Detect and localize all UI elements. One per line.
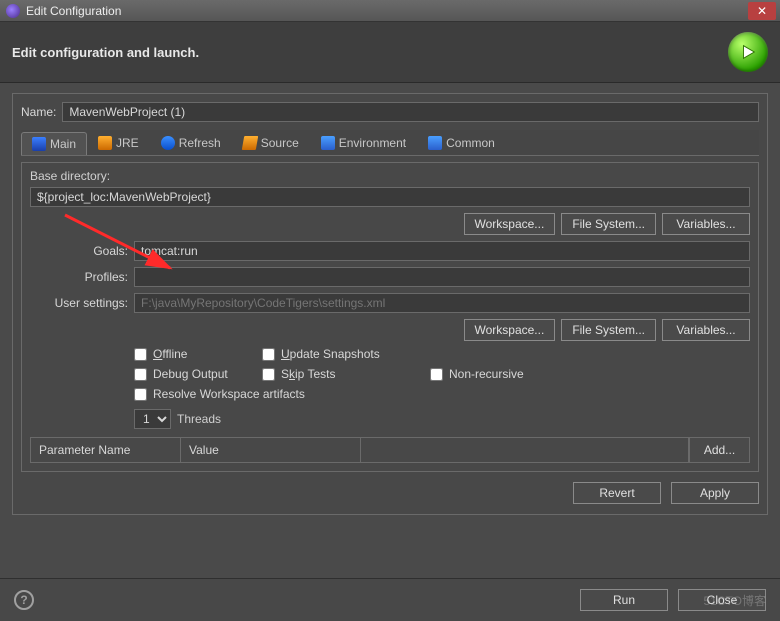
tab-common[interactable]: Common (417, 131, 506, 154)
threads-select[interactable]: 1 (134, 409, 171, 429)
goals-label: Goals: (30, 244, 128, 258)
run-icon (728, 32, 768, 72)
dialog-footer: ? Run Close (0, 578, 780, 621)
workspace-button-2[interactable]: Workspace... (464, 319, 556, 341)
header-title: Edit configuration and launch. (12, 45, 199, 60)
tab-environment[interactable]: Environment (310, 131, 417, 154)
tab-bar: Main JRE Refresh Source Environment Comm… (21, 130, 759, 156)
run-button[interactable]: Run (580, 589, 668, 611)
environment-icon (321, 136, 335, 150)
table-col-value[interactable]: Value (181, 438, 361, 462)
profiles-input[interactable] (134, 267, 750, 287)
close-button[interactable]: Close (678, 589, 766, 611)
add-button[interactable]: Add... (689, 438, 749, 462)
close-icon[interactable]: ✕ (748, 2, 776, 20)
config-panel: Name: Main JRE Refresh Source Environmen… (12, 93, 768, 515)
content-area: Name: Main JRE Refresh Source Environmen… (0, 83, 780, 515)
main-group: Base directory: Workspace... File System… (21, 162, 759, 472)
table-col-name[interactable]: Parameter Name (31, 438, 181, 462)
file-system-button-2[interactable]: File System... (561, 319, 656, 341)
titlebar: Edit Configuration ✕ (0, 0, 780, 22)
common-icon (428, 136, 442, 150)
variables-button-2[interactable]: Variables... (662, 319, 750, 341)
file-system-button[interactable]: File System... (561, 213, 656, 235)
apply-button[interactable]: Apply (671, 482, 759, 504)
goals-input[interactable] (134, 241, 750, 261)
non-recursive-checkbox[interactable]: Non-recursive (430, 367, 570, 381)
user-settings-label: User settings: (30, 296, 128, 310)
threads-row: 1 Threads (134, 409, 750, 429)
update-snapshots-checkbox[interactable]: Update Snapshots (262, 347, 422, 361)
threads-label: Threads (177, 412, 221, 426)
refresh-icon (161, 136, 175, 150)
name-label: Name: (21, 105, 56, 119)
header-panel: Edit configuration and launch. (0, 22, 780, 83)
variables-button[interactable]: Variables... (662, 213, 750, 235)
tab-main[interactable]: Main (21, 132, 87, 155)
name-input[interactable] (62, 102, 759, 122)
jre-icon (98, 136, 112, 150)
window-title: Edit Configuration (26, 4, 121, 18)
user-settings-row: User settings: (30, 293, 750, 313)
help-icon[interactable]: ? (14, 590, 34, 610)
parameter-table: Parameter Name Value Add... (30, 437, 750, 463)
profiles-row: Profiles: (30, 267, 750, 287)
workspace-button[interactable]: Workspace... (464, 213, 556, 235)
resolve-workspace-checkbox[interactable]: Resolve Workspace artifacts (134, 387, 570, 401)
tab-refresh[interactable]: Refresh (150, 131, 232, 154)
tab-source[interactable]: Source (232, 131, 310, 154)
revert-button[interactable]: Revert (573, 482, 661, 504)
table-col-blank (361, 438, 688, 462)
tab-jre[interactable]: JRE (87, 131, 150, 154)
user-settings-buttons: Workspace... File System... Variables... (30, 319, 750, 341)
base-dir-label: Base directory: (30, 169, 750, 183)
source-icon (241, 136, 257, 150)
main-icon (32, 137, 46, 151)
user-settings-input[interactable] (134, 293, 750, 313)
profiles-label: Profiles: (30, 270, 128, 284)
panel-footer: Revert Apply (21, 482, 759, 504)
goals-row: Goals: (30, 241, 750, 261)
options-grid: Offline Update Snapshots Debug Output Sk… (134, 347, 750, 401)
eclipse-icon (6, 4, 20, 18)
base-dir-buttons: Workspace... File System... Variables... (30, 213, 750, 235)
skip-tests-checkbox[interactable]: Skip Tests (262, 367, 422, 381)
name-row: Name: (21, 102, 759, 122)
base-dir-input[interactable] (30, 187, 750, 207)
offline-checkbox[interactable]: Offline (134, 347, 254, 361)
debug-output-checkbox[interactable]: Debug Output (134, 367, 254, 381)
